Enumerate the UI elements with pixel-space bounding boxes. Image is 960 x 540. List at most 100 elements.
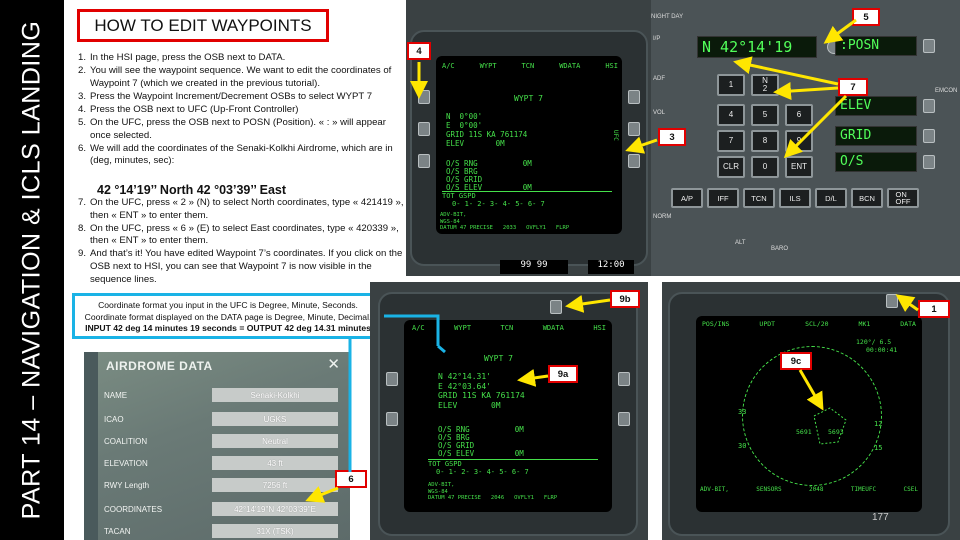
page-title: HOW TO EDIT WAYPOINTS xyxy=(77,9,329,42)
tag-9c: 9c xyxy=(780,352,812,370)
ufc-function-button[interactable]: BCN xyxy=(851,188,883,208)
ddi-footer-line: DATUM 47 PRECISE 2033 OVFLY1 FLRP xyxy=(440,225,570,231)
step-text: We will add the coordinates of the Senak… xyxy=(90,142,393,167)
step-number: 9. xyxy=(78,248,87,260)
step-number: 6. xyxy=(78,142,87,154)
ufc-key[interactable]: 6 xyxy=(785,104,813,126)
ufc-function-button[interactable]: TCN xyxy=(743,188,775,208)
ddi-tab[interactable]: WDATA xyxy=(543,324,564,332)
tag-5: 5 xyxy=(852,8,880,26)
hsi-screen: POS/INS UPDT SCL/20 MK1 DATA 120°/ 6.5 00:00… xyxy=(696,316,922,512)
ufc-key[interactable]: 5 xyxy=(751,104,779,126)
airdrome-row: COALITION Neutral xyxy=(104,434,344,450)
osb-ufc-option-3[interactable] xyxy=(923,155,935,169)
ddi-tab[interactable]: TCN xyxy=(522,62,535,70)
airdrome-row-value: 31X (TSK) xyxy=(212,524,338,538)
ddi-screen-top: A/C WYPT TCN WDATA HSI WYPT 7 N 0°00' E 0°00'… xyxy=(436,56,622,234)
ufc-key[interactable]: 8 xyxy=(751,130,779,152)
ufc-key[interactable]: CLR xyxy=(717,156,745,178)
osb-ufc-option-2[interactable] xyxy=(923,129,935,143)
airdrome-row-value: 43 ft xyxy=(212,456,338,470)
ufc-key[interactable]: ENT xyxy=(785,156,813,178)
ddi-tab[interactable]: A/C xyxy=(412,324,425,332)
ufc-function-button[interactable]: IFF xyxy=(707,188,739,208)
airdrome-row: ICAO UGKS xyxy=(104,412,344,428)
step-text: On the UFC, press « 6 » (E) to select Ea… xyxy=(90,222,399,247)
airdrome-row-label: COORDINATES xyxy=(104,505,163,514)
airdrome-row-value: Senaki-Kolkhi xyxy=(212,388,338,402)
airdrome-row: RWY Length 7256 ft xyxy=(104,478,344,494)
airdrome-row-label: NAME xyxy=(104,391,128,400)
step-number: 7. xyxy=(78,197,87,208)
ufc-key[interactable]: 0 xyxy=(751,156,779,178)
hsi-footer-item: CSEL xyxy=(903,486,918,493)
step-number: 5. xyxy=(78,116,87,128)
cockpit-photo-middle: A/C WYPT TCN WDATA HSI WYPT 7 N 42°14.31' E 4… xyxy=(370,282,648,540)
ufc-key[interactable]: 7 xyxy=(717,130,745,152)
ddi-tab[interactable]: TCN xyxy=(501,324,514,332)
ufc-label: VOL xyxy=(653,110,666,116)
osb-mid-right-1[interactable] xyxy=(618,372,630,386)
ddi-tab[interactable]: A/C xyxy=(442,62,455,70)
ufc-key[interactable]: N 2 xyxy=(751,74,779,96)
ufc-scratchpad: N 42°14'19 xyxy=(697,36,817,58)
ddi-tab[interactable]: WYPT xyxy=(480,62,497,70)
close-icon[interactable]: ✕ xyxy=(327,355,340,373)
readout-display: 99 99 xyxy=(500,260,568,274)
osb-mid-right-2[interactable] xyxy=(618,412,630,426)
step-number: 1. xyxy=(78,52,87,63)
ddi-offset-line: O/S ELEV 0M xyxy=(438,449,524,458)
nightday-label: NIGHT DAY xyxy=(651,14,684,20)
ufc-option-2: GRID xyxy=(835,126,917,146)
up-front-controller: NIGHT DAY N 42°14'19 :POSN ELEV GRID O/S N … xyxy=(651,0,960,276)
step-number: 3. xyxy=(78,90,87,102)
osb-mid-left-1[interactable] xyxy=(386,372,398,386)
ufc-key[interactable]: 4 xyxy=(717,104,745,126)
airdrome-row: TACAN 31X (TSK) xyxy=(104,524,344,540)
osb-ufc-option-1[interactable] xyxy=(923,99,935,113)
ufc-function-button[interactable]: ILS xyxy=(779,188,811,208)
tag-4: 4 xyxy=(407,42,431,60)
ufc-key[interactable]: 9 xyxy=(785,130,813,152)
steps-list-2: 7. On the UFC, press « 2 » (N) to select … xyxy=(72,197,406,287)
ddi-sequence-mid: 0- 1- 2- 3- 4- 5- 6- 7 xyxy=(436,468,529,476)
airdrome-row-label: ICAO xyxy=(104,415,124,424)
ddi-tab[interactable]: WYPT xyxy=(454,324,471,332)
osb-left-1[interactable] xyxy=(418,90,430,104)
osb-hsi[interactable] xyxy=(550,300,562,314)
ddi-tab[interactable]: HSI xyxy=(593,324,606,332)
ddi-line: ELEV 0M xyxy=(438,400,501,410)
ddi-line: N 42°14.31' xyxy=(438,372,491,381)
ufc-option-0: :POSN xyxy=(835,36,917,56)
airdrome-row-value: 7256 ft xyxy=(212,478,338,492)
step-text: Press the Waypoint Increment/Decrement O… xyxy=(90,90,373,102)
ddi-footer-line: DATUM 47 PRECISE 2046 OVFLY1 FLRP xyxy=(428,495,558,501)
osb-right-1[interactable] xyxy=(628,90,640,104)
ufc-key-1[interactable]: 1 xyxy=(717,74,745,96)
step-item: 4. Press the OSB next to UFC (Up-Front Co… xyxy=(72,104,406,117)
ddi-screen-mid: A/C WYPT TCN WDATA HSI WYPT 7 N 42°14.31' E 4… xyxy=(404,320,612,512)
ddi-line: E 0°00' xyxy=(446,121,483,130)
osb-data[interactable] xyxy=(886,294,898,308)
osb-right-3[interactable] xyxy=(628,154,640,168)
ddi-tab[interactable]: HSI xyxy=(605,62,618,70)
ufc-option-3: O/S xyxy=(835,152,917,172)
osb-left-2[interactable] xyxy=(418,122,430,136)
osb-mid-left-2[interactable] xyxy=(386,412,398,426)
ddi-tab[interactable]: WDATA xyxy=(559,62,580,70)
osb-ufc-option-0[interactable] xyxy=(923,39,935,53)
ufc-function-button[interactable]: ON OFF xyxy=(887,188,919,208)
clock-display: 12:00 xyxy=(588,260,634,274)
airdrome-row-label: TACAN xyxy=(104,527,131,536)
ufc-function-button[interactable]: D/L xyxy=(815,188,847,208)
tag-9a: 9a xyxy=(548,365,578,383)
ufc-function-button[interactable]: A/P xyxy=(671,188,703,208)
step-text: In the HSI page, press the OSB next to D… xyxy=(90,52,286,63)
steps-list: 1. In the HSI page, press the OSB next to… xyxy=(72,52,406,168)
note-line-2: Coordinate format displayed on the DATA … xyxy=(84,311,372,322)
osb-ufc[interactable] xyxy=(628,122,640,136)
osb-left-3[interactable] xyxy=(418,154,430,168)
airdrome-row-label: COALITION xyxy=(104,437,148,446)
ddi-sequence: 0- 1- 2- 3- 4- 5- 6- 7 xyxy=(452,200,545,208)
airdrome-row: ELEVATION 43 ft xyxy=(104,456,344,472)
